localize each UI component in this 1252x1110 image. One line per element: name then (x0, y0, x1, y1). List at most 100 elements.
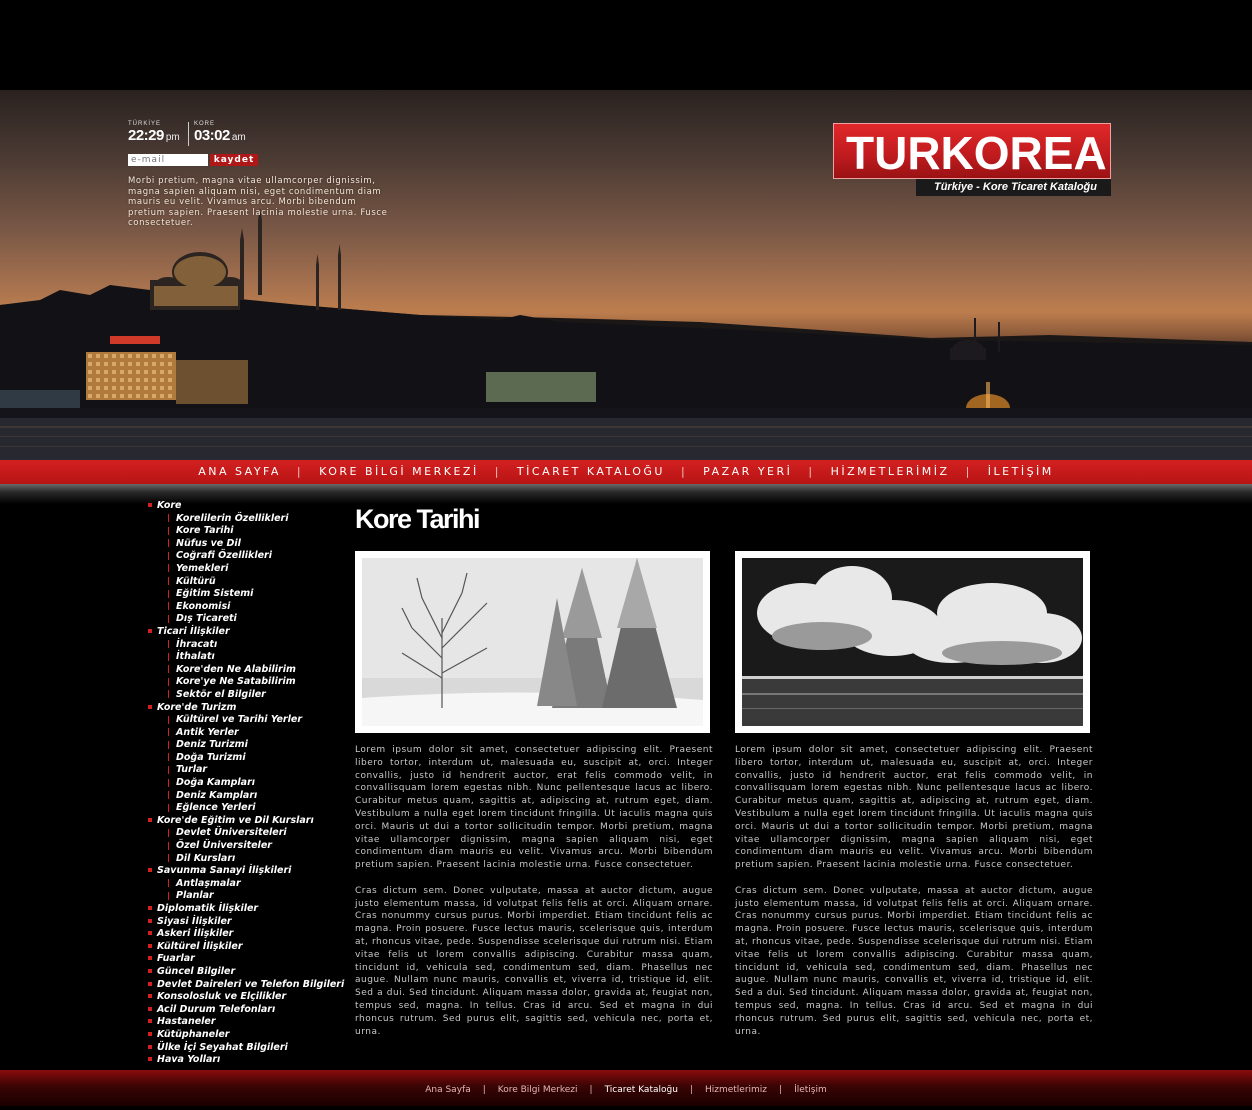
sidebar-subitem[interactable]: Korelilerin Özellikleri (148, 513, 348, 526)
sidebar-subitem[interactable]: Kültürü (148, 576, 348, 589)
sidebar-subitem[interactable]: Planlar (148, 890, 348, 903)
sidebar-label: Siyasi İlişkiler (157, 915, 232, 927)
sidebar-label: Diplomatik İlişkiler (157, 903, 259, 914)
clock-ampm: am (231, 132, 246, 143)
sidebar-label: Fuarlar (157, 953, 195, 965)
nav-trade-catalog[interactable]: TİCARET KATALOĞU (517, 465, 665, 478)
bar-icon (168, 891, 169, 900)
sidebar-category[interactable]: Ticari İlişkiler (148, 626, 348, 639)
bar-icon (168, 753, 169, 762)
bar-icon (168, 690, 169, 699)
sidebar-category[interactable]: Diplomatik İlişkiler (148, 903, 348, 916)
sidebar-category[interactable]: Hava Yolları (148, 1054, 348, 1067)
content-column-right: Lorem ipsum dolor sit amet, consectetuer… (735, 744, 1093, 1051)
bullet-icon (148, 994, 152, 999)
sidebar-category[interactable]: Hastaneler (148, 1016, 348, 1029)
bar-icon (168, 778, 169, 787)
bar-icon (168, 803, 169, 812)
bar-icon (168, 564, 169, 573)
footer-separator: | (689, 1085, 693, 1095)
sidebar-subitem[interactable]: Özel Üniversiteler (148, 840, 348, 853)
sidebar-category[interactable]: Kültürel İlişkiler (148, 941, 348, 954)
footer-link[interactable]: Ana Sayfa (425, 1085, 470, 1095)
sidebar-subitem[interactable]: Eğitim Sistemi (148, 588, 348, 601)
footer-link[interactable]: Ticaret Kataloğu (605, 1085, 678, 1095)
footer-link[interactable]: İletişim (794, 1085, 827, 1095)
bar-icon (168, 640, 169, 649)
sidebar-subitem[interactable]: Turlar (148, 764, 348, 777)
footer-link[interactable]: Hizmetlerimiz (705, 1085, 767, 1095)
sidebar-category[interactable]: Savunma Sanayi İlişkileri (148, 865, 348, 878)
bullet-icon (148, 868, 152, 873)
sidebar-category[interactable]: Fuarlar (148, 953, 348, 966)
sidebar-category[interactable]: Kore (148, 500, 348, 513)
hero-banner: TÜRKİYE 22:29pm KORE 03:02am kaydet Morb… (0, 90, 1252, 460)
bar-icon (168, 841, 169, 850)
sidebar-label: Eğitim Sistemi (176, 588, 254, 600)
sidebar-subitem[interactable]: Coğrafi Özellikleri (148, 550, 348, 563)
bar-icon (168, 652, 169, 661)
sidebar-subitem[interactable]: Eğlence Yerleri (148, 802, 348, 815)
nav-contact[interactable]: İLETİŞİM (988, 465, 1054, 478)
bullet-icon (148, 1057, 152, 1062)
sidebar-category[interactable]: Kütüphaneler (148, 1029, 348, 1042)
sidebar-subitem[interactable]: Kore'den Ne Alabilirim (148, 664, 348, 677)
sidebar-subitem[interactable]: Kore'ye Ne Satabilirim (148, 676, 348, 689)
sidebar-label: Sektör el Bilgiler (176, 688, 266, 700)
sidebar-subitem[interactable]: Antik Yerler (148, 727, 348, 740)
sidebar-subitem[interactable]: Dil Kursları (148, 853, 348, 866)
sidebar-label: Turlar (176, 764, 208, 776)
sidebar-category[interactable]: Siyasi İlişkiler (148, 916, 348, 929)
sidebar-label: Devlet Daireleri ve Telefon Bilgileri (157, 978, 345, 990)
sidebar-subitem[interactable]: Devlet Üniversiteleri (148, 827, 348, 840)
sidebar-category[interactable]: Devlet Daireleri ve Telefon Bilgileri (148, 979, 348, 992)
sidebar-subitem[interactable]: İhracatı (148, 639, 348, 652)
sidebar-subitem[interactable]: Kore Tarihi (148, 525, 348, 538)
sidebar-subitem[interactable]: Doğa Kampları (148, 777, 348, 790)
sidebar-subitem[interactable]: Dış Ticareti (148, 613, 348, 626)
turkorea-logo[interactable]: TURKOREA Türkiye - Kore Ticaret Kataloğu (833, 123, 1111, 197)
sidebar-category[interactable]: Acil Durum Telefonları (148, 1004, 348, 1017)
sidebar-label: Antlaşmalar (176, 877, 241, 889)
sidebar-label: İthalatı (176, 651, 215, 663)
sidebar-subitem[interactable]: İthalatı (148, 651, 348, 664)
nav-marketplace[interactable]: PAZAR YERİ (703, 465, 792, 478)
intro-text: Morbi pretium, magna vitae ullamcorper d… (128, 176, 388, 228)
sidebar-category[interactable]: Ülke İçi Seyahat Bilgileri (148, 1042, 348, 1055)
sidebar-category[interactable]: Askeri İlişkiler (148, 928, 348, 941)
sidebar-subitem[interactable]: Kültürel ve Tarihi Yerler (148, 714, 348, 727)
sidebar-subitem[interactable]: Yemekleri (148, 563, 348, 576)
sidebar-subitem[interactable]: Sektör el Bilgiler (148, 689, 348, 702)
nav-info-center[interactable]: KORE BİLGİ MERKEZİ (319, 465, 479, 478)
sidebar-subitem[interactable]: Doğa Turizmi (148, 752, 348, 765)
bullet-icon (148, 931, 152, 936)
sidebar-subitem[interactable]: Deniz Kampları (148, 790, 348, 803)
paragraph: Cras dictum sem. Donec vulputate, massa … (355, 885, 713, 1037)
sidebar-category[interactable]: Kore'de Eğitim ve Dil Kursları (148, 815, 348, 828)
nav-home[interactable]: ANA SAYFA (198, 465, 281, 478)
sidebar-subitem[interactable]: Deniz Turizmi (148, 739, 348, 752)
bullet-icon (148, 628, 152, 633)
main-nav: ANA SAYFA | KORE BİLGİ MERKEZİ | TİCARET KAT… (0, 460, 1252, 484)
sidebar-subitem[interactable]: Nüfus ve Dil (148, 538, 348, 551)
sidebar-label: Askeri İlişkiler (157, 928, 234, 940)
footer-link[interactable]: Kore Bilgi Merkezi (498, 1085, 578, 1095)
email-field[interactable] (128, 154, 208, 166)
bar-icon (168, 765, 169, 774)
bullet-icon (148, 704, 152, 709)
top-black-bar (0, 0, 1252, 90)
sidebar-category[interactable]: Kore'de Turizm (148, 702, 348, 715)
bar-icon (168, 728, 169, 737)
subscribe-button[interactable]: kaydet (210, 154, 258, 166)
sidebar-category[interactable]: Konsolosluk ve Elçilikler (148, 991, 348, 1004)
bar-icon (168, 589, 169, 598)
sidebar-subitem[interactable]: Antlaşmalar (148, 878, 348, 891)
bullet-icon (148, 817, 152, 822)
sidebar-label: Doğa Kampları (176, 777, 256, 789)
sidebar-label: Doğa Turizmi (176, 751, 246, 763)
nav-services[interactable]: HİZMETLERİMİZ (831, 465, 950, 478)
sidebar-category[interactable]: Güncel Bilgiler (148, 966, 348, 979)
footer-separator: | (589, 1085, 593, 1095)
sidebar-subitem[interactable]: Ekonomisi (148, 601, 348, 614)
clock-divider (188, 122, 189, 146)
